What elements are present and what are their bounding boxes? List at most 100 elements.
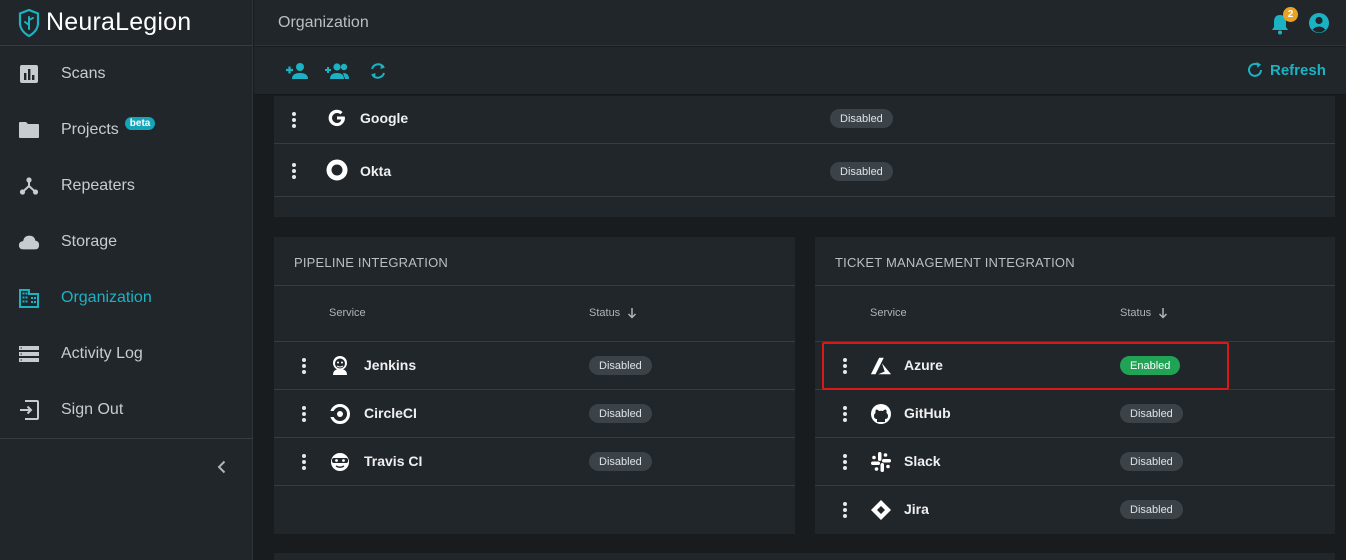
table-row: Okta Disabled	[274, 144, 1335, 197]
row-menu-button[interactable]	[840, 404, 850, 424]
status-badge: Disabled	[589, 452, 652, 471]
chart-box-icon	[18, 63, 40, 85]
row-menu-button[interactable]	[840, 356, 850, 376]
sync-button[interactable]	[365, 60, 391, 82]
card-title: PIPELINE INTEGRATION	[294, 255, 449, 270]
building-icon	[18, 287, 40, 309]
row-menu-button[interactable]	[840, 500, 850, 520]
status-badge: Disabled	[830, 162, 893, 181]
row-menu-button[interactable]	[299, 404, 309, 424]
service-name: Slack	[904, 453, 941, 469]
neuralegion-logo-icon	[18, 8, 40, 37]
column-header-status[interactable]: Status	[589, 307, 637, 319]
service-name: Travis CI	[364, 453, 423, 469]
column-header-label: Status	[1120, 307, 1152, 319]
add-group-button[interactable]	[324, 60, 350, 82]
table-row: Jenkins Disabled	[274, 342, 795, 390]
sidebar-item-label: Activity Log	[61, 345, 143, 362]
sidebar-item-storage[interactable]: Storage	[0, 214, 252, 270]
refresh-button[interactable]: Refresh	[1246, 61, 1326, 79]
table-row: Azure Enabled	[815, 342, 1335, 390]
column-header-service[interactable]: Service	[870, 307, 907, 319]
column-header-label: Status	[589, 307, 621, 319]
table-row: Google Disabled	[274, 96, 1335, 144]
ticket-management-card: TICKET MANAGEMENT INTEGRATION Service St…	[815, 237, 1335, 534]
add-group-icon	[325, 63, 349, 79]
row-menu-button[interactable]	[289, 110, 299, 130]
sidebar-item-label: Repeaters	[61, 177, 135, 194]
row-menu-button[interactable]	[299, 356, 309, 376]
sidebar-item-label: Sign Out	[61, 401, 124, 418]
card-title: TICKET MANAGEMENT INTEGRATION	[835, 255, 1075, 270]
column-header-status[interactable]: Status	[1120, 307, 1168, 319]
table-row: Travis CI Disabled	[274, 438, 795, 486]
notification-count-badge: 2	[1283, 7, 1298, 22]
list-icon	[18, 343, 40, 365]
row-menu-button[interactable]	[299, 452, 309, 472]
add-user-button[interactable]	[284, 60, 310, 82]
google-icon	[326, 107, 348, 129]
jenkins-icon	[329, 354, 351, 376]
status-badge: Disabled	[589, 356, 652, 375]
refresh-icon	[1248, 62, 1262, 77]
service-name: GitHub	[904, 405, 951, 421]
column-header-service[interactable]: Service	[329, 307, 366, 319]
sidebar-item-repeaters[interactable]: Repeaters	[0, 158, 252, 214]
slack-icon	[870, 451, 892, 473]
app-logo[interactable]: NeuraLegion	[0, 0, 252, 46]
status-badge: Disabled	[830, 109, 893, 128]
sync-icon	[371, 63, 385, 79]
row-menu-button[interactable]	[289, 161, 299, 181]
travis-ci-icon	[329, 451, 351, 473]
azure-icon	[870, 355, 892, 377]
sign-out-icon	[18, 399, 40, 421]
jira-icon	[870, 499, 892, 521]
refresh-label: Refresh	[1270, 61, 1326, 79]
divider	[815, 285, 1335, 286]
table-row: Slack Disabled	[815, 438, 1335, 486]
github-icon	[870, 403, 892, 425]
okta-icon	[326, 159, 348, 181]
toolbar: Refresh	[254, 47, 1346, 95]
beta-badge: beta	[124, 116, 156, 130]
sort-arrow-down-icon	[1159, 308, 1168, 319]
service-name: Google	[360, 110, 409, 126]
service-name: Jenkins	[364, 357, 417, 373]
sidebar-item-organization[interactable]: Organization	[0, 270, 252, 326]
service-name: Okta	[360, 163, 392, 179]
status-badge: Disabled	[1120, 500, 1183, 519]
table-row: CircleCI Disabled	[274, 390, 795, 438]
sidebar: NeuraLegion Scans Projects beta Repeater…	[0, 0, 253, 560]
account-button[interactable]	[1308, 12, 1330, 34]
account-circle-icon	[1309, 13, 1329, 33]
folder-icon	[18, 119, 40, 141]
sidebar-item-projects[interactable]: Projects beta	[0, 102, 252, 158]
status-badge: Disabled	[1120, 452, 1183, 471]
collapse-sidebar-button[interactable]	[214, 459, 230, 475]
status-badge: Enabled	[1120, 356, 1181, 375]
table-row: GitHub Disabled	[815, 390, 1335, 438]
auth-providers-card: Google Disabled Okta Disabled	[274, 96, 1335, 217]
sidebar-item-label: Storage	[61, 233, 118, 250]
service-name: Azure	[904, 357, 943, 373]
pipeline-integration-card: PIPELINE INTEGRATION Service Status Jenk…	[274, 237, 795, 534]
status-badge: Disabled	[1120, 404, 1183, 423]
sidebar-item-activity-log[interactable]: Activity Log	[0, 326, 252, 382]
sidebar-item-sign-out[interactable]: Sign Out	[0, 382, 252, 438]
service-name: CircleCI	[364, 405, 417, 421]
top-header: Organization 2	[254, 0, 1346, 46]
network-icon	[18, 175, 40, 197]
sidebar-item-scans[interactable]: Scans	[0, 46, 252, 102]
sidebar-item-label: Projects	[61, 121, 119, 138]
row-menu-button[interactable]	[840, 452, 850, 472]
sidebar-item-label: Scans	[61, 65, 106, 82]
divider	[274, 285, 795, 286]
add-user-icon	[286, 63, 308, 79]
cloud-icon	[18, 231, 40, 253]
status-badge: Disabled	[589, 404, 652, 423]
sidebar-divider	[0, 438, 253, 439]
sort-arrow-down-icon	[628, 308, 637, 319]
sidebar-item-label: Organization	[61, 289, 152, 306]
table-row: Jira Disabled	[815, 486, 1335, 534]
service-name: Jira	[904, 501, 929, 517]
